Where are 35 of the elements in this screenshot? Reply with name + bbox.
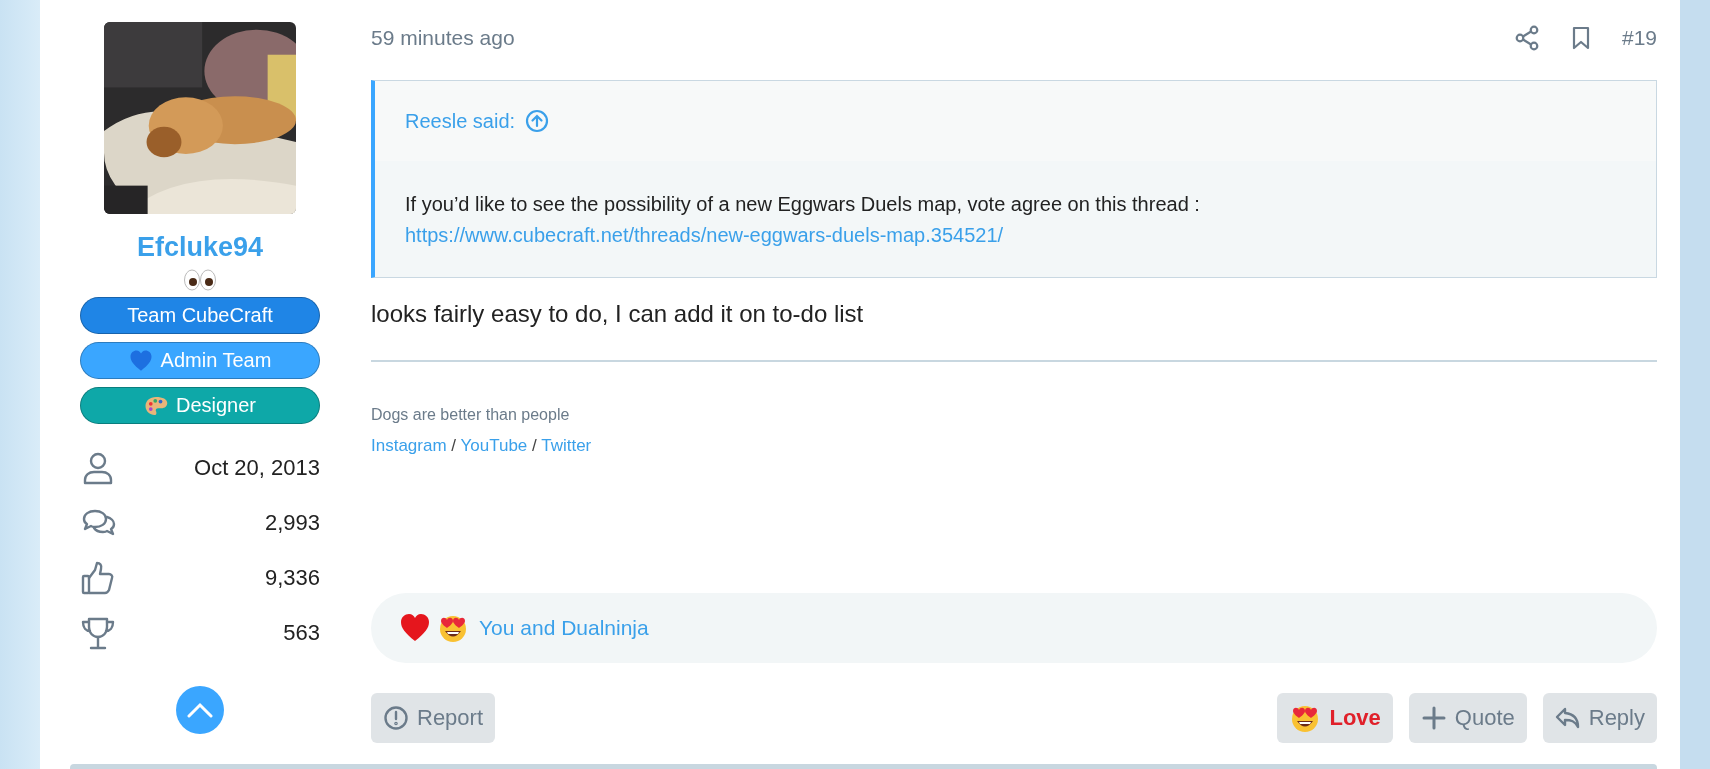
badge-label: Designer bbox=[175, 394, 256, 417]
eyes-icon bbox=[183, 269, 217, 291]
username[interactable]: Efcluke94 bbox=[136, 232, 264, 263]
love-button[interactable]: Love bbox=[1277, 692, 1393, 743]
social-link[interactable]: Instagram bbox=[371, 436, 447, 456]
report-button[interactable]: Report bbox=[371, 692, 496, 743]
post-time[interactable]: 59 minutes ago bbox=[371, 26, 1486, 50]
social-link[interactable]: YouTube bbox=[460, 436, 528, 456]
exclamation-circle-icon bbox=[383, 704, 409, 731]
stat-value: 9,336 bbox=[264, 564, 320, 591]
separator: / bbox=[532, 436, 537, 456]
thread-link[interactable]: https://www.cubecraft.net/threads/new-eggwars-duels-map.354521/ bbox=[405, 224, 1004, 246]
badge-label: Admin Team bbox=[160, 349, 272, 372]
heart-icon bbox=[399, 611, 431, 644]
chevron-up-icon bbox=[187, 702, 213, 718]
scroll-up-button[interactable] bbox=[176, 686, 224, 734]
social-link[interactable]: Twitter bbox=[541, 436, 592, 456]
stat-value: Oct 20, 2013 bbox=[194, 454, 320, 481]
badge-label: Team CubeCraft bbox=[127, 304, 273, 327]
separator: / bbox=[451, 436, 457, 456]
share-icon[interactable] bbox=[1513, 25, 1540, 51]
post-text: looks fairly easy to do, I can add it on to-do list bbox=[371, 300, 1657, 362]
quote-text: If you’d like to see the possibility of a new Eggwars Duels map, vote agree on this thread : bbox=[405, 192, 1201, 217]
reply-button[interactable]: Reply bbox=[1542, 692, 1657, 743]
reaction-users-link[interactable]: You and Dualninja bbox=[479, 615, 649, 640]
signature-text: Dogs are better than people bbox=[371, 405, 571, 425]
heart-icon bbox=[128, 348, 153, 373]
quote-author[interactable]: Reesle said: bbox=[405, 109, 516, 133]
plus-icon bbox=[1420, 704, 1447, 731]
stat-value: 563 bbox=[283, 619, 320, 646]
stat-value: 2,993 bbox=[264, 509, 320, 536]
arrow-up-circle-icon[interactable] bbox=[525, 109, 550, 133]
quote-button[interactable]: Quote bbox=[1408, 692, 1527, 743]
thumbs-up-icon bbox=[80, 559, 116, 596]
post-number[interactable]: #19 bbox=[1621, 26, 1657, 50]
